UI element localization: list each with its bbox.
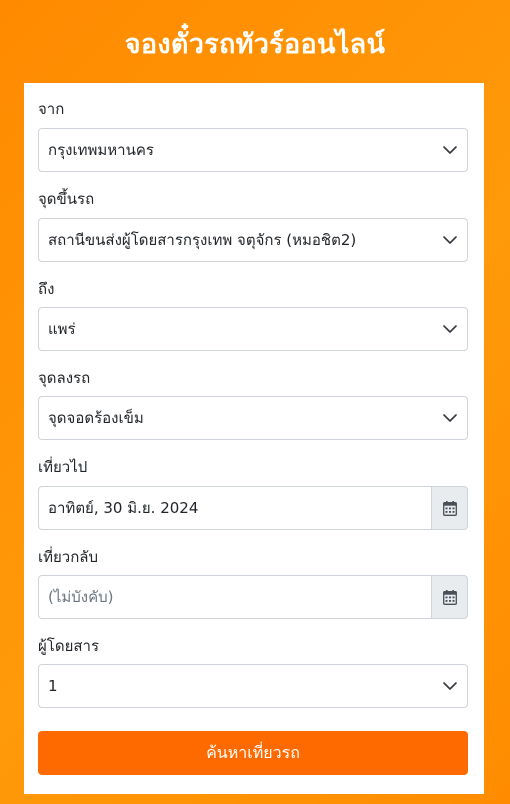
page-title: จองตั๋วรถทัวร์ออนไลน์ [124, 29, 386, 60]
return-date-group: (ไม่บังคับ) [38, 575, 468, 619]
calendar-icon [442, 589, 457, 605]
destination-value: แพร่ [48, 320, 76, 338]
dropoff-select[interactable]: จุดจอดร้องเข็ม [38, 396, 468, 440]
destination-label: ถึง [38, 280, 55, 298]
passengers-value: 1 [48, 677, 58, 695]
return-date-input[interactable]: (ไม่บังคับ) [38, 575, 432, 619]
origin-select[interactable]: กรุงเทพมหานคร [38, 128, 468, 172]
depart-date-input[interactable]: อาทิตย์, 30 มิ.ย. 2024 [38, 486, 432, 530]
boarding-value: สถานีขนส่งผู้โดยสารกรุงเทพ จตุจักร (หมอช… [48, 231, 357, 249]
chevron-down-icon [443, 236, 457, 244]
chevron-down-icon [443, 325, 457, 333]
chevron-down-icon [443, 682, 457, 690]
calendar-icon [442, 500, 457, 516]
return-label: เที่ยวกลับ [38, 548, 99, 566]
origin-value: กรุงเทพมหานคร [48, 141, 154, 159]
search-button[interactable]: ค้นหาเที่ยวรถ [38, 731, 468, 775]
depart-label: เที่ยวไป [38, 458, 88, 476]
boarding-label: จุดขึ้นรถ [38, 190, 95, 208]
return-calendar-button[interactable] [432, 575, 468, 619]
destination-select[interactable]: แพร่ [38, 307, 468, 351]
depart-calendar-button[interactable] [432, 486, 468, 530]
chevron-down-icon [443, 414, 457, 422]
chevron-down-icon [443, 146, 457, 154]
passengers-label: ผู้โดยสาร [38, 637, 100, 655]
passengers-select[interactable]: 1 [38, 664, 468, 708]
boarding-select[interactable]: สถานีขนส่งผู้โดยสารกรุงเทพ จตุจักร (หมอช… [38, 218, 468, 262]
depart-date-group: อาทิตย์, 30 มิ.ย. 2024 [38, 486, 468, 530]
booking-form: จาก กรุงเทพมหานคร จุดขึ้นรถ สถานีขนส่งผู… [24, 83, 484, 794]
origin-label: จาก [38, 100, 65, 118]
dropoff-value: จุดจอดร้องเข็ม [48, 409, 144, 427]
dropoff-label: จุดลงรถ [38, 369, 91, 387]
